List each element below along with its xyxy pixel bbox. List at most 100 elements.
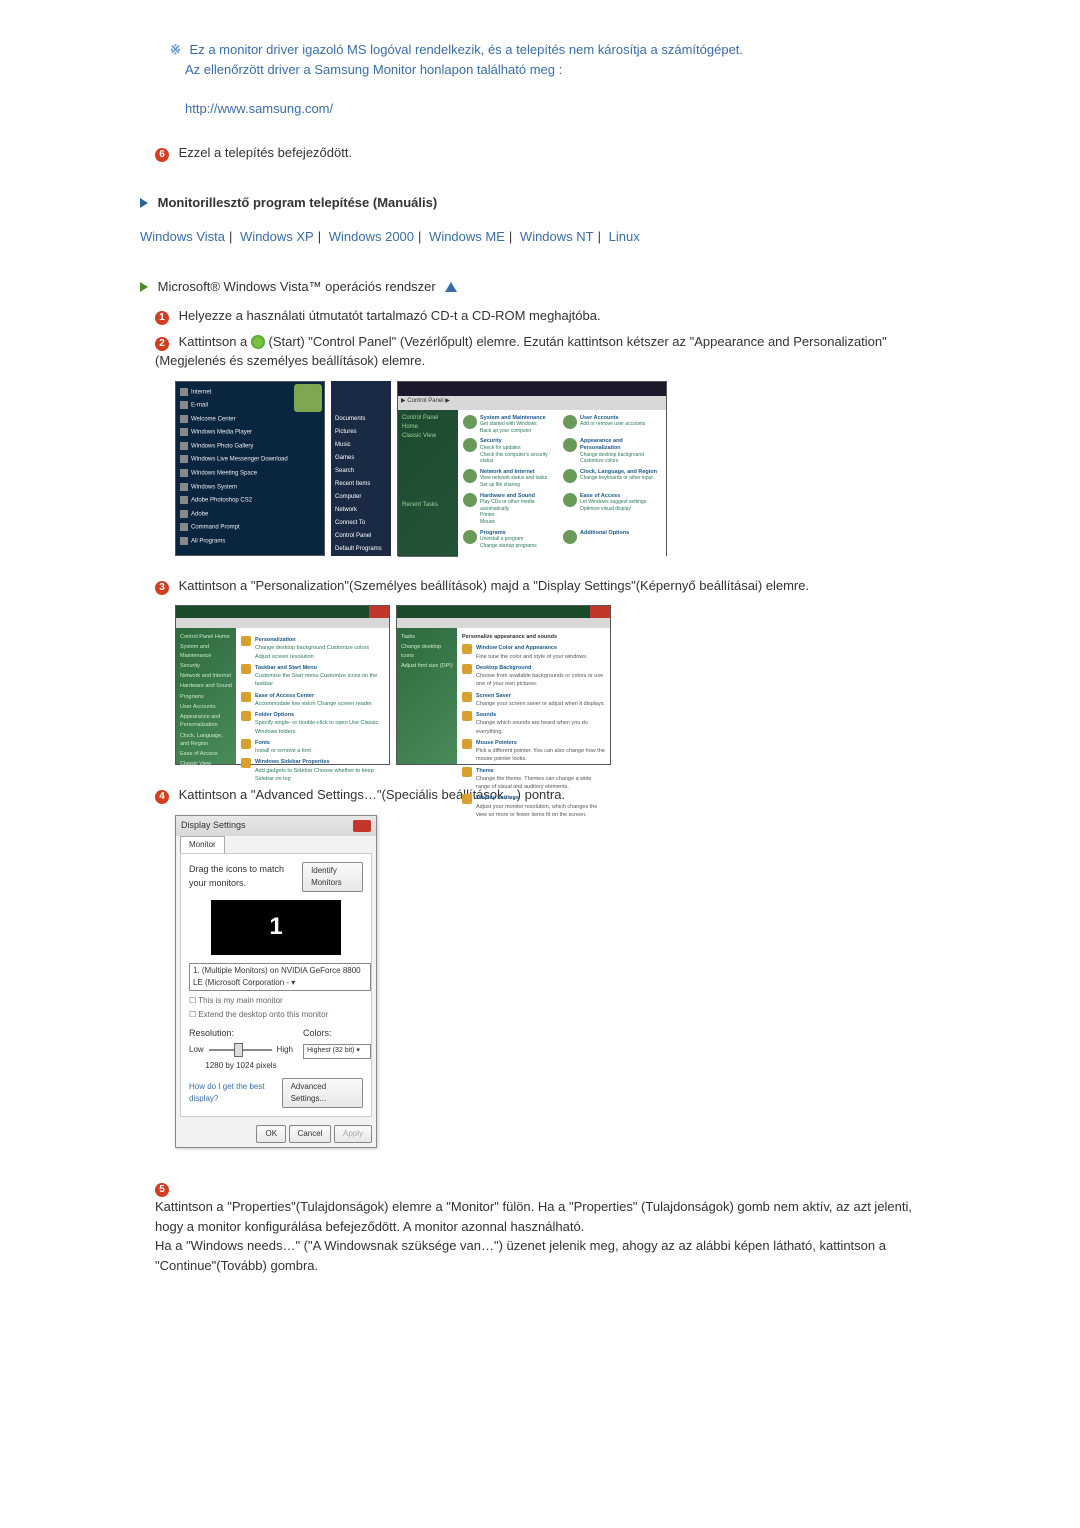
manual-install-heading: Monitorillesztő program telepítése (Manu…: [140, 193, 940, 213]
cp-category: Appearance and PersonalizationChange des…: [563, 438, 661, 466]
appearance-left-pane: Control Panel HomeSystem and Maintenance…: [176, 628, 236, 764]
vista-start-menu: InternetE-mailWelcome CenterWindows Medi…: [175, 381, 325, 556]
vista-heading: Microsoft® Windows Vista™ operációs rend…: [158, 279, 436, 294]
cp-category: System and MaintenanceGet started with W…: [463, 415, 561, 437]
display-settings-dialog: Display Settings Monitor Drag the icons …: [175, 815, 377, 1149]
cp-category: ProgramsUninstall a programChange startu…: [463, 530, 561, 552]
dialog-close-icon[interactable]: [353, 820, 371, 832]
warning-note: ※ Ez a monitor driver igazoló MS logóval…: [140, 40, 940, 118]
link-linux[interactable]: Linux: [609, 229, 640, 244]
cp-breadcrumb: ▶ Control Panel ▶: [398, 396, 666, 410]
step-1-row: 1 Helyezze a használati útmutatót tartal…: [155, 306, 940, 326]
resolution-value: 1280 by 1024 pixels: [189, 1060, 293, 1072]
step-2-screenshots: InternetE-mailWelcome CenterWindows Medi…: [175, 381, 940, 556]
personalization-main-pane: Personalize appearance and sounds Window…: [457, 628, 610, 764]
step-2-row: 2 Kattintson a (Start) "Control Panel" (…: [155, 332, 940, 371]
appearance-window: Control Panel HomeSystem and Maintenance…: [175, 605, 390, 765]
step-5-row: 5 Kattintson a "Properties"(Tulajdonságo…: [155, 1158, 940, 1275]
cancel-button[interactable]: Cancel: [289, 1125, 332, 1143]
step-6-row: 6 Ezzel a telepítés befejeződött.: [155, 143, 940, 163]
badge-3-icon: 3: [155, 581, 169, 595]
badge-6-icon: 6: [155, 148, 169, 162]
note-line1: Ez a monitor driver igazoló MS logóval r…: [190, 42, 744, 57]
cp-category: User AccountsAdd or remove user accounts: [563, 415, 661, 437]
link-nt[interactable]: Windows NT: [520, 229, 594, 244]
note-line2: Az ellenőrzött driver a Samsung Monitor …: [185, 62, 562, 77]
start-menu-item: Windows Photo Gallery: [180, 440, 320, 454]
link-xp[interactable]: Windows XP: [240, 229, 314, 244]
step-2a-text: Kattintson a: [179, 334, 251, 349]
extend-desktop-checkbox[interactable]: ☐ Extend the desktop onto this monitor: [189, 1009, 363, 1021]
link-me[interactable]: Windows ME: [429, 229, 505, 244]
up-arrow-icon[interactable]: [445, 282, 457, 292]
step-6-text: Ezzel a telepítés befejeződött.: [179, 145, 352, 160]
step-2b-text: (Start) "Control Panel" (Vezérlőpult) el…: [155, 334, 887, 369]
start-side-item: Connect To: [335, 517, 387, 530]
drag-msg: Drag the icons to match your monitors.: [189, 863, 302, 890]
section-arrow-icon: [140, 198, 148, 208]
start-side-item: Games: [335, 452, 387, 465]
monitor-select[interactable]: 1. (Multiple Monitors) on NVIDIA GeForce…: [189, 963, 371, 991]
step-5-text: Kattintson a "Properties"(Tulajdonságok)…: [155, 1199, 912, 1273]
note-marker-icon: ※: [170, 42, 181, 57]
start-menu-item: Windows Live Messenger Download: [180, 453, 320, 467]
start-menu-item: Command Prompt: [180, 521, 320, 535]
dialog-title-text: Display Settings: [181, 819, 246, 833]
start-side-item: Documents: [335, 413, 387, 426]
main-monitor-checkbox[interactable]: ☐ This is my main monitor: [189, 995, 363, 1007]
dialog-titlebar: Display Settings: [176, 816, 376, 836]
close-icon: [369, 606, 389, 618]
start-side-item: Computer: [335, 491, 387, 504]
os-links-row: Windows Vista| Windows XP| Windows 2000|…: [140, 227, 940, 247]
start-menu-item: Windows System: [180, 481, 320, 495]
start-side-item: Network: [335, 504, 387, 517]
panel-breadcrumb: [397, 618, 610, 628]
cp-category: Hardware and SoundPlay CDs or other medi…: [463, 493, 561, 528]
cp-category: Network and InternetView network status …: [463, 469, 561, 491]
cp-titlebar: [398, 382, 666, 396]
step-3-row: 3 Kattintson a "Personalization"(Személy…: [155, 576, 940, 596]
badge-4-icon: 4: [155, 790, 169, 804]
start-side-item: Music: [335, 439, 387, 452]
help-link[interactable]: How do I get the best display?: [189, 1081, 282, 1105]
cp-category: SecurityCheck for updatesCheck this comp…: [463, 438, 561, 466]
cp-category: Additional Options: [563, 530, 661, 552]
start-side-item: Help and Support: [335, 556, 387, 569]
vista-control-panel: ▶ Control Panel ▶ Control Panel Home Cla…: [397, 381, 667, 556]
badge-1-icon: 1: [155, 311, 169, 325]
colors-select[interactable]: Highest (32 bit) ▾: [303, 1044, 371, 1059]
vista-heading-row: Microsoft® Windows Vista™ operációs rend…: [140, 277, 940, 297]
start-menu-item: Adobe: [180, 508, 320, 522]
green-arrow-icon: [140, 282, 148, 292]
monitor-tab[interactable]: Monitor: [180, 836, 225, 853]
resolution-slider[interactable]: [209, 1049, 272, 1051]
step-3-screenshots: Control Panel HomeSystem and Maintenance…: [175, 605, 940, 765]
cp-category: Clock, Language, and RegionChange keyboa…: [563, 469, 661, 491]
samsung-link[interactable]: http://www.samsung.com/: [185, 101, 333, 116]
start-side-item: Default Programs: [335, 543, 387, 556]
start-menu-item: Windows Meeting Space: [180, 467, 320, 481]
start-side-item: Control Panel: [335, 530, 387, 543]
cp-main-pane: System and MaintenanceGet started with W…: [458, 410, 666, 557]
start-side-item: Pictures: [335, 426, 387, 439]
start-menu-item: Welcome Center: [180, 413, 320, 427]
resolution-label: Resolution:: [189, 1027, 293, 1041]
badge-5-icon: 5: [155, 1183, 169, 1197]
identify-monitors-button[interactable]: Identify Monitors: [302, 862, 363, 892]
personalization-window: TasksChange desktop iconsAdjust font siz…: [396, 605, 611, 765]
step-1-text: Helyezze a használati útmutatót tartalma…: [179, 308, 601, 323]
panel-breadcrumb: [176, 618, 389, 628]
vista-start-side: DocumentsPicturesMusicGamesSearchRecent …: [331, 381, 391, 556]
link-2000[interactable]: Windows 2000: [329, 229, 414, 244]
ok-button[interactable]: OK: [256, 1125, 286, 1143]
link-vista[interactable]: Windows Vista: [140, 229, 225, 244]
badge-2-icon: 2: [155, 337, 169, 351]
start-side-item: Search: [335, 465, 387, 478]
cp-category: Ease of AccessLet Windows suggest settin…: [563, 493, 661, 528]
start-menu-item: Adobe Photoshop CS2: [180, 494, 320, 508]
colors-label: Colors:: [303, 1027, 363, 1041]
apply-button[interactable]: Apply: [334, 1125, 372, 1143]
close-icon: [590, 606, 610, 618]
start-icon: [251, 335, 265, 349]
advanced-settings-button[interactable]: Advanced Settings...: [282, 1078, 363, 1108]
